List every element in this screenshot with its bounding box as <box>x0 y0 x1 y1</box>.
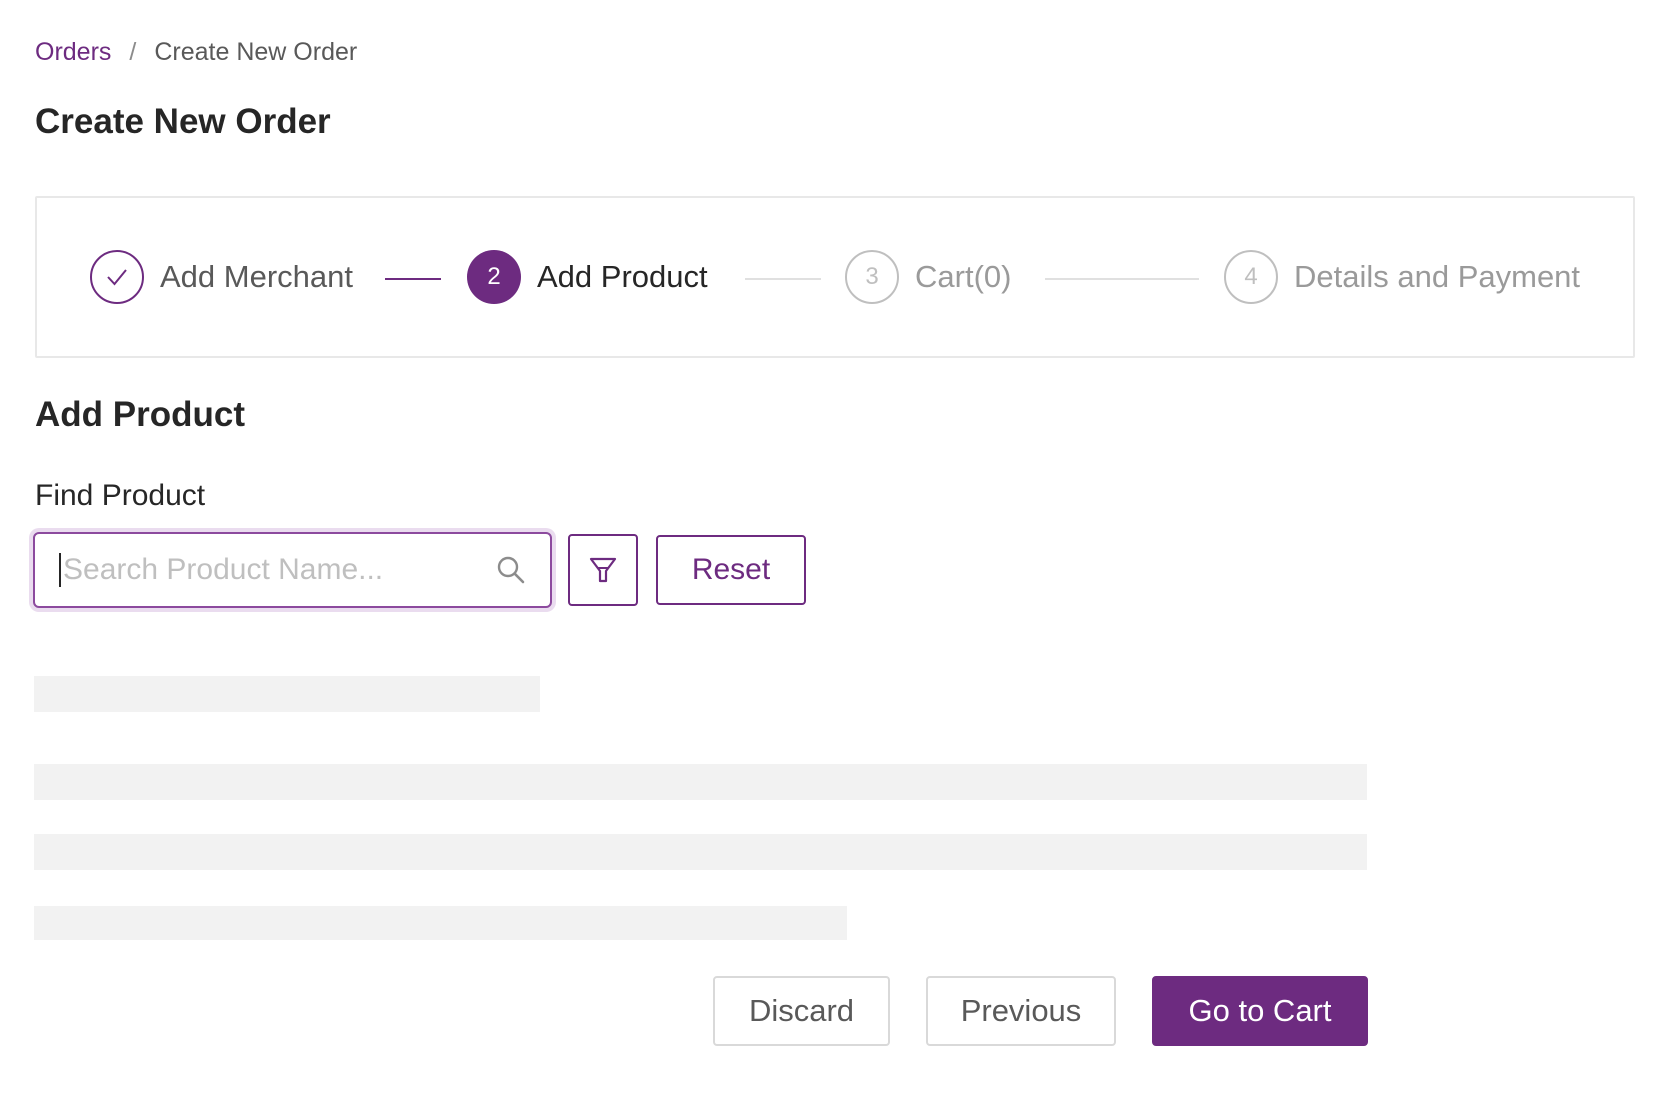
check-icon <box>107 269 127 286</box>
step-add-merchant[interactable]: Add Merchant <box>90 250 353 304</box>
step-2-circle: 2 <box>467 250 521 304</box>
step-add-product[interactable]: 2 Add Product <box>467 250 708 304</box>
skeleton-line-2 <box>34 834 1367 870</box>
step-details-payment[interactable]: 4 Details and Payment <box>1224 250 1580 304</box>
step-cart[interactable]: 3 Cart(0) <box>845 250 1011 304</box>
section-title: Add Product <box>35 395 245 434</box>
search-input[interactable] <box>59 553 494 587</box>
page-title: Create New Order <box>35 102 331 141</box>
reset-button[interactable]: Reset <box>656 535 806 605</box>
step-1-circle <box>90 250 144 304</box>
search-icon[interactable] <box>494 553 528 587</box>
order-stepper: Add Merchant 2 Add Product 3 Cart(0) 4 D… <box>35 196 1635 358</box>
breadcrumb-orders-link[interactable]: Orders <box>35 38 111 67</box>
filter-button[interactable] <box>568 534 638 606</box>
step-1-label: Add Merchant <box>160 259 353 294</box>
step-4-label: Details and Payment <box>1294 259 1581 294</box>
go-to-cart-button[interactable]: Go to Cart <box>1152 976 1368 1046</box>
find-product-label: Find Product <box>35 479 206 512</box>
funnel-icon <box>589 557 617 583</box>
skeleton-line-3 <box>34 906 847 940</box>
breadcrumb: Orders / Create New Order <box>35 38 357 67</box>
step-4-circle: 4 <box>1224 250 1278 304</box>
previous-button[interactable]: Previous <box>926 976 1116 1046</box>
step-connector-1 <box>385 278 441 280</box>
step-connector-2 <box>745 278 821 280</box>
step-connector-3 <box>1045 278 1199 280</box>
skeleton-line-1 <box>34 764 1367 800</box>
search-box[interactable] <box>33 532 552 608</box>
discard-button[interactable]: Discard <box>713 976 890 1046</box>
breadcrumb-current: Create New Order <box>154 38 358 66</box>
step-3-circle: 3 <box>845 250 899 304</box>
step-3-label: Cart(0) <box>915 259 1012 294</box>
step-2-label: Add Product <box>537 259 708 294</box>
skeleton-line-title <box>34 676 540 712</box>
breadcrumb-separator: / <box>129 38 137 66</box>
